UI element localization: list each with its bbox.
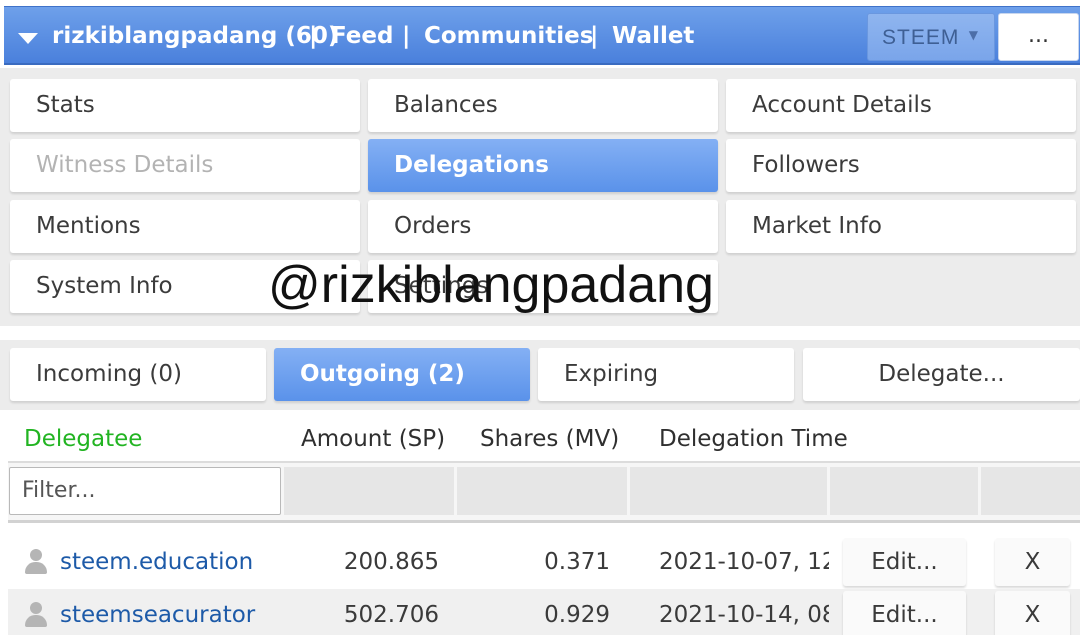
amount-cell: 502.706 xyxy=(343,602,439,628)
menu-followers[interactable]: Followers xyxy=(726,139,1076,192)
menu-witness-details: Witness Details xyxy=(10,139,360,192)
filter-row-divider xyxy=(8,520,1080,523)
tab-expiring[interactable]: Expiring xyxy=(538,348,794,401)
filter-cell-shares xyxy=(457,467,627,515)
filter-cell-actions xyxy=(830,467,978,515)
amount-cell: 200.865 xyxy=(343,549,439,575)
delegatee-filter-input[interactable]: Filter... xyxy=(9,467,281,515)
filter-cell-time xyxy=(630,467,827,515)
delegation-time-cell: 2021-10-07, 12: xyxy=(659,549,829,575)
tab-incoming[interactable]: Incoming (0) xyxy=(10,348,266,401)
nav-wallet-link[interactable]: Wallet xyxy=(612,21,694,51)
remove-delegation-button[interactable]: X xyxy=(995,538,1070,586)
shares-cell: 0.929 xyxy=(544,602,610,628)
column-header-delegation-time[interactable]: Delegation Time xyxy=(659,422,848,456)
delegate-button[interactable]: Delegate... xyxy=(803,348,1080,401)
table-row: steem.education 200.865 0.371 2021-10-07… xyxy=(8,536,1080,589)
table-row: steemseacurator 502.706 0.929 2021-10-14… xyxy=(8,589,1080,635)
account-menu[interactable]: rizkiblangpadang (60) xyxy=(52,21,338,51)
menu-orders[interactable]: Orders xyxy=(368,200,718,253)
menu-account-details[interactable]: Account Details xyxy=(726,79,1076,132)
username-watermark: @rizkiblangpadang xyxy=(268,256,714,314)
menu-balances[interactable]: Balances xyxy=(368,79,718,132)
remove-delegation-button[interactable]: X xyxy=(995,591,1070,635)
nav-separator: | xyxy=(590,23,599,49)
delegatee-link[interactable]: steem.education xyxy=(60,536,290,589)
edit-delegation-button[interactable]: Edit... xyxy=(843,591,966,635)
column-header-delegatee[interactable]: Delegatee xyxy=(24,422,142,456)
menu-mentions[interactable]: Mentions xyxy=(10,200,360,253)
column-header-amount[interactable]: Amount (SP) xyxy=(301,422,445,456)
delegatee-link[interactable]: steemseacurator xyxy=(60,589,290,635)
filter-cell-remove xyxy=(981,467,1080,515)
column-header-shares[interactable]: Shares (MV) xyxy=(480,422,619,456)
nav-separator: | xyxy=(402,23,411,49)
nav-feed-link[interactable]: Feed xyxy=(331,21,393,51)
dropdown-caret-icon[interactable] xyxy=(18,33,38,44)
user-icon xyxy=(24,602,48,628)
nav-communities-link[interactable]: Communities xyxy=(424,21,593,51)
menu-stats[interactable]: Stats xyxy=(10,79,360,132)
nav-separator: | xyxy=(309,23,318,49)
filter-cell-amount xyxy=(284,467,454,515)
more-button[interactable]: ... xyxy=(998,13,1079,61)
select-arrow-icon: ▼ xyxy=(968,28,978,42)
menu-delegations[interactable]: Delegations xyxy=(368,139,718,192)
user-icon xyxy=(24,549,48,575)
delegation-time-cell: 2021-10-14, 08: xyxy=(659,602,829,628)
chain-select[interactable]: STEEM ▼ xyxy=(867,13,995,61)
chain-select-value: STEEM xyxy=(882,26,960,49)
menu-market-info[interactable]: Market Info xyxy=(726,200,1076,253)
tab-outgoing[interactable]: Outgoing (2) xyxy=(274,348,530,401)
edit-delegation-button[interactable]: Edit... xyxy=(843,538,966,586)
shares-cell: 0.371 xyxy=(544,549,610,575)
top-nav-bar: rizkiblangpadang (60) | Feed | Communiti… xyxy=(4,6,1080,65)
